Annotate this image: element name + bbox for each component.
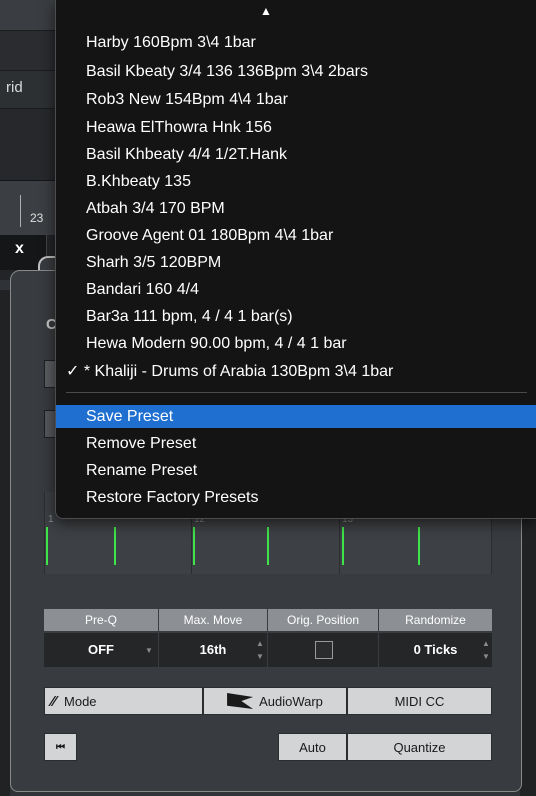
menu-item-restore-factory-presets[interactable]: Restore Factory Presets — [56, 486, 536, 509]
panel-edge — [0, 290, 10, 796]
menu-item-preset[interactable]: Basil Khbeaty 4/4 1/2T.Hank — [56, 143, 536, 166]
menu-item-preset[interactable]: Basil Kbeaty 3/4 136 136Bpm 3\4 2bars — [56, 60, 536, 83]
audiowarp-icon — [227, 693, 254, 709]
close-icon[interactable]: x — [15, 240, 24, 258]
max-move-header: Max. Move — [159, 609, 268, 631]
audiowarp-label: AudioWarp — [259, 693, 323, 709]
audiowarp-button[interactable]: AudioWarp — [203, 687, 347, 715]
grid-marker — [342, 527, 344, 565]
menu-item-preset[interactable]: Bandari 160 4/4 — [56, 278, 536, 301]
orig-position-header: Orig. Position — [268, 609, 379, 631]
menu-item-preset[interactable]: B.Khbeaty 135 — [56, 170, 536, 193]
ruler-tick — [20, 195, 21, 227]
pre-q-select[interactable]: OFF — [44, 633, 159, 667]
menu-item-remove-preset[interactable]: Remove Preset — [56, 432, 536, 455]
grid-bar-number: 1 — [48, 514, 54, 525]
auto-button[interactable]: Auto — [278, 733, 347, 761]
menu-item-preset[interactable]: Hewa Modern 90.00 bpm, 4 / 4 1 bar — [56, 332, 536, 355]
grid-marker — [418, 527, 420, 565]
menu-item-preset[interactable]: Heawa ElThowra Hnk 156 — [56, 116, 536, 139]
mode-icon: ⁄⁄ — [51, 692, 57, 710]
menu-item-save-preset[interactable]: Save Preset — [56, 405, 536, 428]
chevron-up-icon[interactable]: ▲ — [256, 639, 264, 648]
mode-button[interactable]: ⁄⁄ Mode — [44, 687, 203, 715]
quantize-button[interactable]: Quantize — [347, 733, 492, 761]
menu-item-preset[interactable]: Groove Agent 01 180Bpm 4\4 1bar — [56, 224, 536, 247]
menu-item-preset-selected[interactable]: ✓ * Khaliji - Drums of Arabia 130Bpm 3\4… — [56, 360, 536, 383]
grid-marker — [267, 527, 269, 565]
chevron-down-icon[interactable]: ▼ — [482, 652, 490, 661]
randomize-header: Randomize — [379, 609, 492, 631]
menu-item-preset[interactable]: Harby 160Bpm 3\4 1bar — [56, 31, 536, 54]
menu-item-preset[interactable]: Rob3 New 154Bpm 4\4 1bar — [56, 88, 536, 111]
rewind-icon: ⏮ — [56, 741, 65, 753]
rewind-button[interactable]: ⏮ — [44, 733, 77, 761]
scroll-up-arrow-icon[interactable]: ▲ — [260, 4, 272, 18]
pre-q-header: Pre-Q — [44, 609, 159, 631]
ruler-number: 23 — [30, 211, 44, 225]
grid-marker — [193, 527, 195, 565]
chevron-down-icon[interactable]: ▼ — [256, 652, 264, 661]
grid-marker — [114, 527, 116, 565]
menu-item-preset[interactable]: Atbah 3/4 170 BPM — [56, 197, 536, 220]
chevron-down-icon[interactable]: ▼ — [145, 646, 153, 655]
midi-cc-button[interactable]: MIDI CC — [347, 687, 492, 715]
preset-menu: ▲ Harby 160Bpm 3\4 1bar Basil Kbeaty 3/4… — [55, 0, 536, 519]
menu-separator — [66, 392, 527, 393]
menu-item-preset[interactable]: Bar3a 111 bpm, 4 / 4 1 bar(s) — [56, 305, 536, 328]
mode-label: Mode — [64, 693, 97, 709]
orig-position-checkbox[interactable] — [315, 641, 333, 659]
randomize-stepper[interactable]: 0 Ticks — [379, 633, 492, 667]
grid-label: rid — [6, 79, 23, 96]
grid-marker — [46, 527, 48, 565]
chevron-up-icon[interactable]: ▲ — [482, 639, 490, 648]
menu-item-preset[interactable]: Sharh 3/5 120BPM — [56, 251, 536, 274]
grid-line — [44, 492, 45, 574]
max-move-select[interactable]: 16th — [159, 633, 268, 667]
menu-item-rename-preset[interactable]: Rename Preset — [56, 459, 536, 482]
